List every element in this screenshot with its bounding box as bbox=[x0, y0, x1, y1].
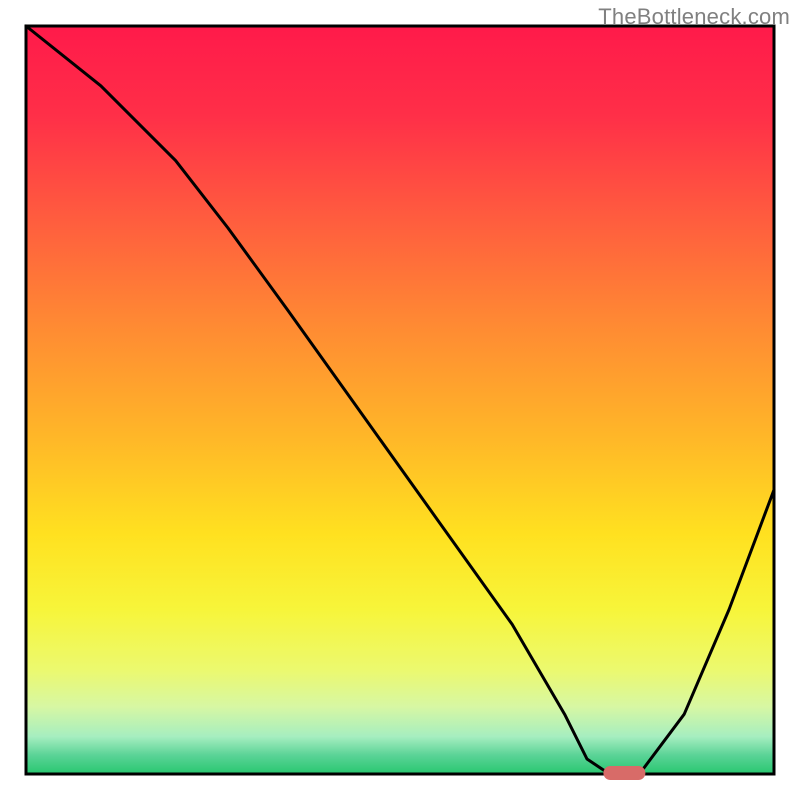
chart-container: TheBottleneck.com bbox=[0, 0, 800, 800]
plot-background bbox=[26, 26, 774, 774]
sweet-spot-marker bbox=[603, 766, 645, 780]
watermark-text: TheBottleneck.com bbox=[598, 4, 790, 30]
bottleneck-chart bbox=[0, 0, 800, 800]
